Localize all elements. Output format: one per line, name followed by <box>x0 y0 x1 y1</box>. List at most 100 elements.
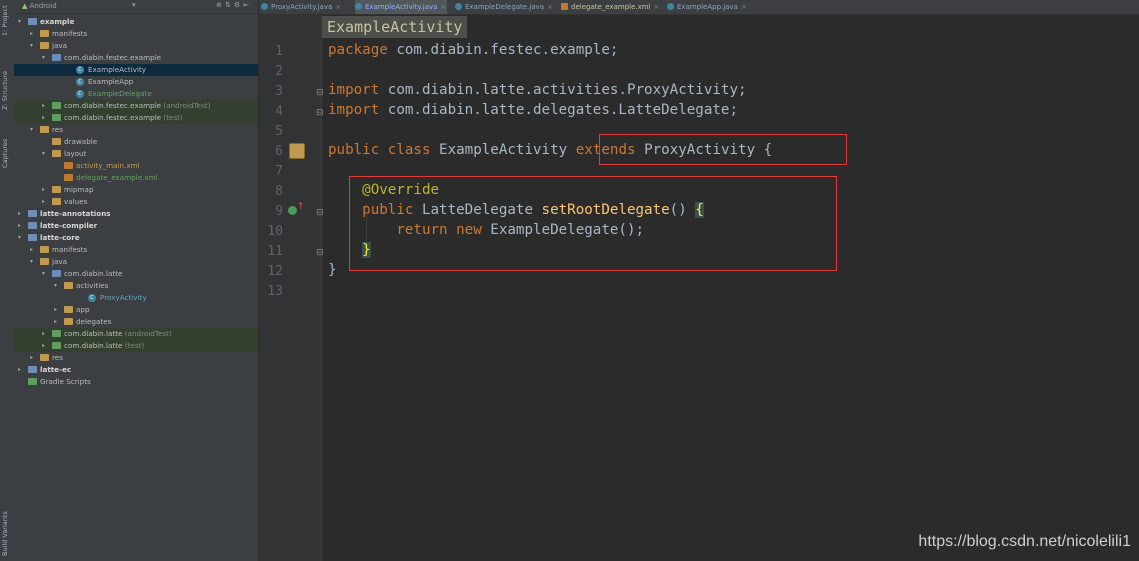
tree-item-file-exampleapp[interactable]: C ExampleApp <box>14 76 258 88</box>
line-number: 4 <box>275 104 283 119</box>
tree-item-folder-mipmap[interactable]: ▸ mipmap <box>14 184 258 196</box>
module-icon <box>28 222 37 229</box>
tab-proxyactivity[interactable]: ProxyActivity.java × <box>261 0 349 14</box>
collapsed-arrow-icon[interactable]: ▸ <box>42 328 45 340</box>
collapsed-arrow-icon[interactable]: ▸ <box>42 100 45 112</box>
folder-icon <box>52 102 61 109</box>
tree-item-folder-java[interactable]: ▾ java <box>14 256 258 268</box>
breadcrumb[interactable]: ExampleActivity <box>322 16 468 38</box>
tree-item-folder-layout[interactable]: ▾ layout <box>14 148 258 160</box>
close-icon[interactable]: × <box>440 3 446 11</box>
tree-item-file-exampleactivity[interactable]: C ExampleActivity <box>14 64 258 76</box>
collapsed-arrow-icon[interactable]: ▸ <box>42 340 45 352</box>
tree-item-folder-manifests[interactable]: ▸ manifests <box>14 244 258 256</box>
sync-icon[interactable]: ⊕ <box>216 1 225 9</box>
tab-exampledelegate[interactable]: ExampleDelegate.java × <box>455 0 553 14</box>
tree-item-label: ExampleApp <box>88 77 134 86</box>
tree-item-package-example[interactable]: ▾ com.diabin.festec.example <box>14 52 258 64</box>
keyword: class <box>387 142 431 158</box>
tree-item-folder-app[interactable]: ▸ app <box>14 304 258 316</box>
tree-item-file-proxyactivity[interactable]: C ProxyActivity <box>14 292 258 304</box>
fold-icon[interactable]: ⊟ <box>316 108 324 118</box>
view-selector[interactable]: ▲ Android <box>22 2 57 10</box>
tree-item-module-example[interactable]: ▾ example <box>14 16 258 28</box>
package-icon <box>52 54 61 61</box>
tree-item-folder-activities[interactable]: ▾ activities <box>14 280 258 292</box>
expanded-arrow-icon[interactable]: ▾ <box>18 232 21 244</box>
tree-item-label: Gradle Scripts <box>40 377 91 386</box>
tree-item-module-latte-core[interactable]: ▾ latte-core <box>14 232 258 244</box>
xml-file-icon <box>561 3 568 10</box>
expanded-arrow-icon[interactable]: ▾ <box>42 148 45 160</box>
tree-item-folder-res[interactable]: ▾ res <box>14 124 258 136</box>
collapsed-arrow-icon[interactable]: ▸ <box>54 316 57 328</box>
tree-item-folder-drawable[interactable]: drawable <box>14 136 258 148</box>
collapsed-arrow-icon[interactable]: ▸ <box>18 208 21 220</box>
chevron-down-icon[interactable]: ▾ <box>132 1 136 9</box>
tree-item-file-exampledelegate[interactable]: C ExampleDelegate <box>14 88 258 100</box>
close-icon[interactable]: × <box>335 3 341 11</box>
tree-item-gradle-scripts[interactable]: Gradle Scripts <box>14 376 258 388</box>
hide-icon[interactable]: ⇤ <box>243 1 252 9</box>
expanded-arrow-icon[interactable]: ▾ <box>30 124 33 136</box>
expanded-arrow-icon[interactable]: ▾ <box>42 52 45 64</box>
close-icon[interactable]: × <box>741 3 747 11</box>
tree-item-folder-manifests[interactable]: ▸ manifests <box>14 28 258 40</box>
tab-label: ProxyActivity.java <box>271 3 333 11</box>
tree-item-folder-values[interactable]: ▸ values <box>14 196 258 208</box>
collapsed-arrow-icon[interactable]: ▸ <box>30 352 33 364</box>
tree-item-folder-delegates[interactable]: ▸ delegates <box>14 316 258 328</box>
fold-icon[interactable]: ⊟ <box>316 248 324 258</box>
tree-item-label: mipmap <box>64 185 94 194</box>
tree-item-file-delegate-example-xml[interactable]: delegate_example.xml <box>14 172 258 184</box>
fold-icon[interactable]: ⊟ <box>316 88 324 98</box>
captures-tool-button[interactable]: Captures <box>1 139 9 168</box>
tree-item-label: java <box>52 257 68 266</box>
expanded-arrow-icon[interactable]: ▾ <box>30 40 33 52</box>
tree-item-label: values <box>64 197 88 206</box>
tree-item-package-example-test[interactable]: ▸ com.diabin.festec.example (test) <box>14 112 258 124</box>
view-selector-label: Android <box>29 2 57 10</box>
project-tool-button[interactable]: 1: Project <box>1 5 9 36</box>
override-method-icon[interactable] <box>288 206 297 215</box>
tree-item-package-latte-androidtest[interactable]: ▸ com.diabin.latte (androidTest) <box>14 328 258 340</box>
expanded-arrow-icon[interactable]: ▾ <box>18 16 21 28</box>
collapsed-arrow-icon[interactable]: ▸ <box>42 184 45 196</box>
collapsed-arrow-icon[interactable]: ▸ <box>18 364 21 376</box>
gradle-icon <box>28 378 37 385</box>
gear-icon[interactable]: ⚙ <box>234 1 243 9</box>
collapse-icon[interactable]: ⇅ <box>225 1 234 9</box>
extends-class-icon[interactable] <box>289 143 305 159</box>
collapsed-arrow-icon[interactable]: ▸ <box>42 112 45 124</box>
line-number: 6 <box>275 144 283 159</box>
tab-exampleapp[interactable]: ExampleApp.java × <box>667 0 747 14</box>
close-icon[interactable]: × <box>654 3 660 11</box>
collapsed-arrow-icon[interactable]: ▸ <box>30 244 33 256</box>
tree-item-module-latte-annotations[interactable]: ▸ latte-annotations <box>14 208 258 220</box>
tree-item-label: java <box>52 41 68 50</box>
tree-item-folder-res[interactable]: ▸ res <box>14 352 258 364</box>
build-variants-tool-button[interactable]: Build Variants <box>1 511 9 556</box>
collapsed-arrow-icon[interactable]: ▸ <box>42 196 45 208</box>
tree-item-package-latte-test[interactable]: ▸ com.diabin.latte (test) <box>14 340 258 352</box>
expanded-arrow-icon[interactable]: ▾ <box>30 256 33 268</box>
code-line-3: import com.diabin.latte.activities.Proxy… <box>328 82 747 98</box>
folder-icon <box>40 258 49 265</box>
tree-item-file-activity-main-xml[interactable]: activity_main.xml <box>14 160 258 172</box>
tab-exampleactivity[interactable]: ExampleActivity.java × <box>355 0 447 14</box>
close-icon[interactable]: × <box>547 3 553 11</box>
expanded-arrow-icon[interactable]: ▾ <box>42 268 45 280</box>
tree-item-module-latte-ec[interactable]: ▸ latte-ec <box>14 364 258 376</box>
tree-item-package-example-androidtest[interactable]: ▸ com.diabin.festec.example (androidTest) <box>14 100 258 112</box>
collapsed-arrow-icon[interactable]: ▸ <box>54 304 57 316</box>
expanded-arrow-icon[interactable]: ▾ <box>54 280 57 292</box>
tree-item-module-latte-compiler[interactable]: ▸ latte-compiler <box>14 220 258 232</box>
collapsed-arrow-icon[interactable]: ▸ <box>30 28 33 40</box>
tree-item-package-latte[interactable]: ▾ com.diabin.latte <box>14 268 258 280</box>
tab-delegate-example-xml[interactable]: delegate_example.xml × <box>561 0 659 14</box>
structure-tool-button[interactable]: Z: Structure <box>1 71 9 110</box>
tree-item-label: manifests <box>52 29 88 38</box>
tree-item-folder-java[interactable]: ▾ java <box>14 40 258 52</box>
fold-icon[interactable]: ⊟ <box>316 208 324 218</box>
collapsed-arrow-icon[interactable]: ▸ <box>18 220 21 232</box>
